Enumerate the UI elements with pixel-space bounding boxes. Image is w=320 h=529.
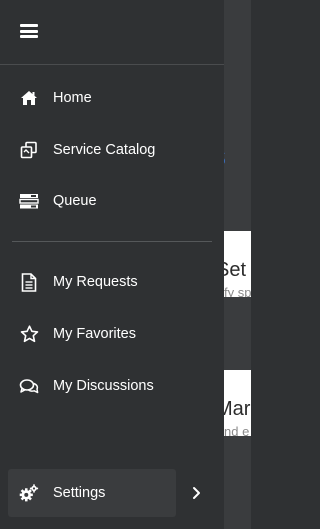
nav-item-label: Home xyxy=(53,90,92,106)
home-icon xyxy=(19,88,39,108)
nav-item-label: My Requests xyxy=(53,274,138,290)
background-card-title: Set xyxy=(224,259,247,281)
document-icon xyxy=(19,272,39,292)
nav-item-my-discussions[interactable]: My Discussions xyxy=(0,366,224,406)
discussions-icon xyxy=(19,376,39,396)
background-card-title: Mar xyxy=(224,398,251,420)
app-root: s Set fy sp Mar nd e Home xyxy=(0,0,251,529)
nav-item-label: Queue xyxy=(53,193,97,209)
gear-icon xyxy=(19,483,39,503)
background-card-subtitle: fy sp xyxy=(224,285,251,297)
nav-item-label: Settings xyxy=(53,485,106,501)
background-card[interactable]: Mar nd e xyxy=(224,370,251,436)
background-card[interactable]: Set fy sp xyxy=(224,231,251,297)
queue-icon xyxy=(19,191,39,211)
background-card-subtitle: nd e xyxy=(224,424,250,436)
nav-item-my-requests[interactable]: My Requests xyxy=(0,262,224,302)
nav-item-my-favorites[interactable]: My Favorites xyxy=(0,314,224,354)
navigation-drawer: Home Service Catalog Queue My Requests M… xyxy=(0,0,224,529)
nav-item-home[interactable]: Home xyxy=(0,78,224,118)
star-icon xyxy=(19,324,39,344)
nav-item-label: My Discussions xyxy=(53,378,154,394)
catalog-icon xyxy=(19,140,39,160)
drawer-header xyxy=(0,0,224,65)
nav-item-label: My Favorites xyxy=(53,326,136,342)
hamburger-menu-icon[interactable] xyxy=(20,24,38,38)
nav-item-settings[interactable]: Settings xyxy=(8,469,176,517)
nav-item-label: Service Catalog xyxy=(53,142,156,158)
menu-divider xyxy=(12,241,212,242)
nav-item-queue[interactable]: Queue xyxy=(0,181,224,221)
nav-item-service-catalog[interactable]: Service Catalog xyxy=(0,130,224,170)
chevron-right-icon[interactable] xyxy=(190,484,204,502)
